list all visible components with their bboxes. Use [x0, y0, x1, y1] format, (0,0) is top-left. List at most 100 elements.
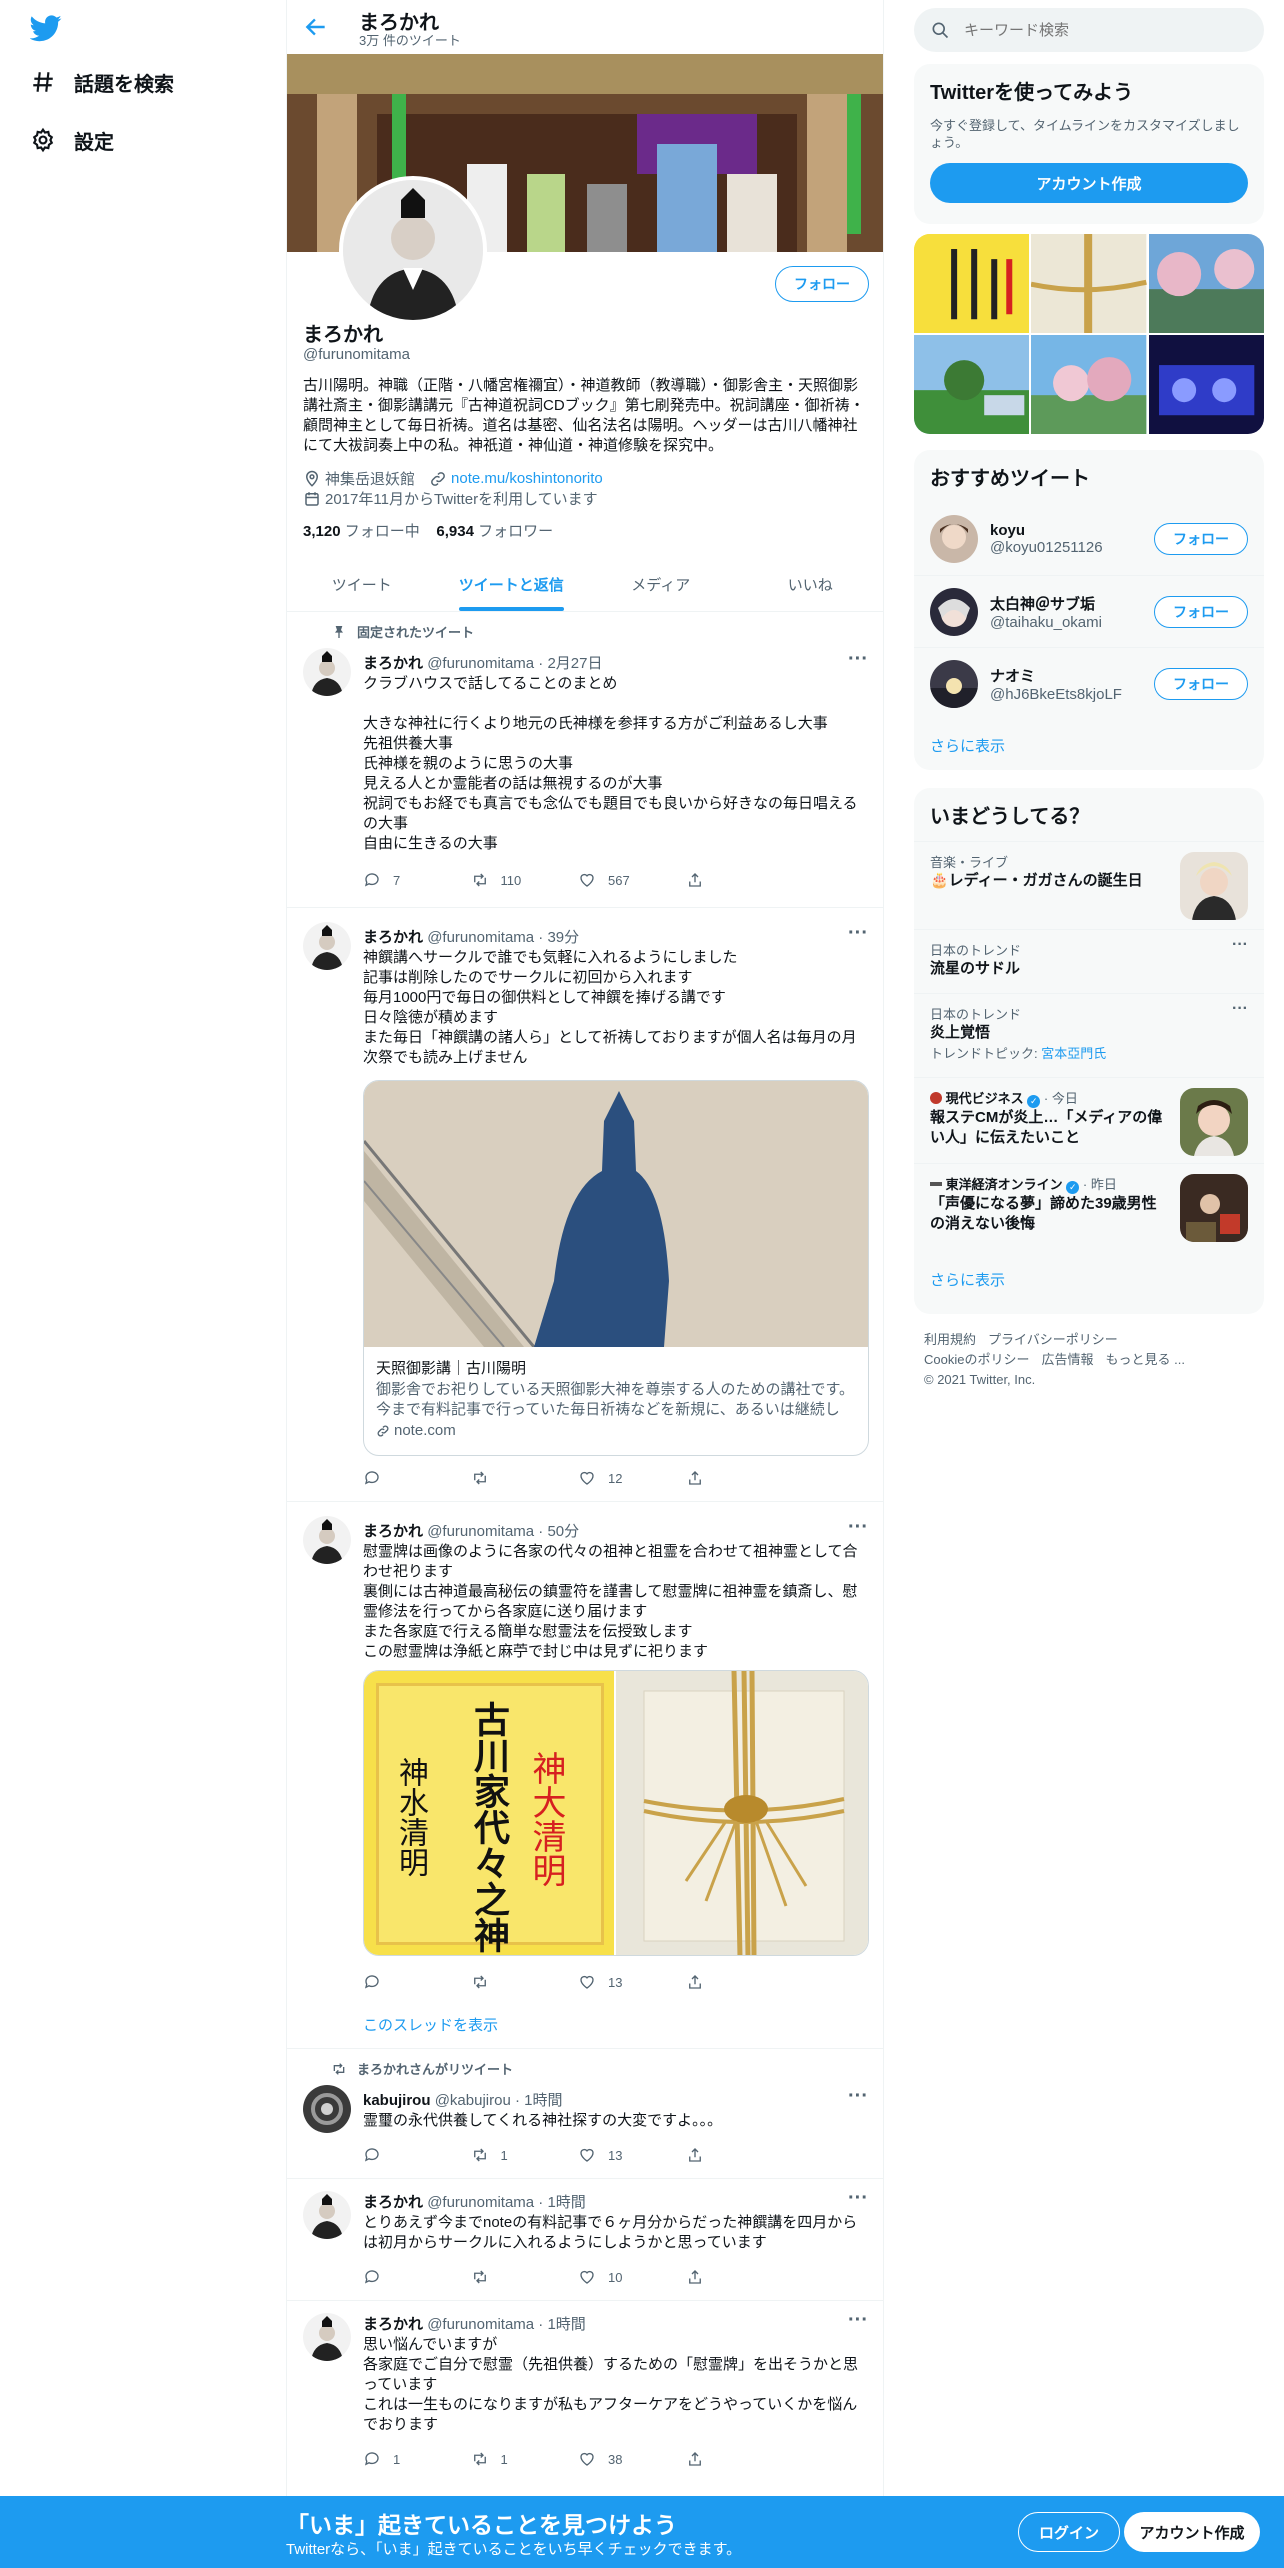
twitter-logo-icon[interactable]: [30, 12, 62, 44]
footer-ads[interactable]: 広告情報: [1041, 1352, 1093, 1367]
show-thread-link[interactable]: このスレッドを表示: [363, 2014, 498, 2035]
share-button[interactable]: [686, 2267, 794, 2287]
reply-button[interactable]: [363, 1468, 471, 1488]
search-input[interactable]: [964, 21, 1244, 39]
tweet-pinned[interactable]: 固定されたツイート まろかれ @furunomitama · 2月27日 ···…: [287, 612, 883, 908]
link-card[interactable]: 天照御影講｜古川陽明 御影舎でお祀りしている天照御影大神を尊崇する人のための講社…: [363, 1080, 869, 1456]
tweet-meta[interactable]: @furunomitama · 1時間: [427, 2316, 586, 2333]
followers-count[interactable]: 6,934: [436, 523, 474, 540]
recommend-user[interactable]: ナオミ @hJ6BkeEts8kjoLF フォロー: [914, 647, 1264, 719]
share-button[interactable]: [686, 2449, 794, 2469]
nav-settings[interactable]: 設定: [30, 120, 114, 160]
tweet-meta[interactable]: @kabujirou · 1時間: [435, 2092, 563, 2109]
tweet-author-name[interactable]: kabujirou: [363, 2092, 431, 2109]
tweet-avatar[interactable]: [303, 2085, 351, 2133]
retweet-button[interactable]: 1: [471, 2145, 579, 2165]
recommend-follow-button[interactable]: フォロー: [1154, 523, 1248, 555]
trend-more-icon[interactable]: ···: [1232, 936, 1248, 954]
trend-item[interactable]: 日本のトレンド 流星のサドル ···: [914, 929, 1264, 993]
tweet-meta[interactable]: @furunomitama · 39分: [427, 929, 579, 946]
tweet-more-icon[interactable]: ···: [847, 1517, 869, 1542]
tweet-meta[interactable]: @furunomitama · 2月27日: [427, 655, 602, 672]
reply-button[interactable]: 1: [363, 2449, 471, 2469]
followers-label[interactable]: フォロワー: [478, 523, 553, 540]
share-button[interactable]: [686, 870, 794, 890]
trend-item[interactable]: 現代ビジネス ✓ · 今日 報ステCMが炎上…「メディアの偉い人」に伝えたいこと: [914, 1077, 1264, 1163]
tab-tweets-and-replies[interactable]: ツイートと返信: [437, 558, 587, 611]
tab-likes[interactable]: いいね: [736, 558, 884, 611]
trend-item[interactable]: 日本のトレンド 炎上覚悟 トレンドトピック: 宮本亞門氏 ···: [914, 993, 1264, 1077]
tweet-avatar[interactable]: [303, 2313, 351, 2361]
trend-item[interactable]: 音楽・ライブ 🎂レディー・ガガさんの誕生日: [914, 841, 1264, 929]
following-count[interactable]: 3,120: [303, 523, 341, 540]
share-button[interactable]: [686, 1468, 794, 1488]
tweet-meta[interactable]: @furunomitama · 50分: [427, 1523, 579, 1540]
nav-explore[interactable]: 話題を検索: [30, 62, 174, 102]
trend-image[interactable]: [1180, 1088, 1248, 1156]
trend-image[interactable]: [1180, 1174, 1248, 1242]
profile-link[interactable]: note.mu/koshintonorito: [451, 470, 603, 487]
tweet-author-name[interactable]: まろかれ: [363, 655, 423, 672]
recommend-follow-button[interactable]: フォロー: [1154, 667, 1248, 700]
tab-media[interactable]: メディア: [586, 558, 736, 611]
tweet-author-name[interactable]: まろかれ: [363, 929, 423, 946]
trend-item[interactable]: 東洋経済オンライン ✓ · 昨日 「声優になる夢」諦めた39歳男性の消えない後悔: [914, 1163, 1264, 1253]
like-button[interactable]: 38: [578, 2449, 686, 2469]
media-thumb[interactable]: [1031, 335, 1147, 434]
tweet[interactable]: まろかれ @furunomitama · 50分 ··· 慰霊牌は画像のように各…: [287, 1502, 883, 2048]
tweet-retweeted[interactable]: まろかれさんがリツイート kabujirou @kabujirou · 1時間 …: [287, 2049, 883, 2179]
recommend-avatar[interactable]: [930, 587, 978, 636]
like-button[interactable]: 13: [578, 1972, 686, 1992]
trend-image[interactable]: [1180, 852, 1248, 920]
tweet-author-name[interactable]: まろかれ: [363, 2316, 423, 2333]
follow-button[interactable]: フォロー: [775, 266, 869, 302]
reply-button[interactable]: [363, 2145, 471, 2165]
tweet-avatar[interactable]: [303, 2191, 351, 2239]
search-box[interactable]: [914, 8, 1264, 52]
recommend-user[interactable]: koyu @koyu01251126 フォロー: [914, 503, 1264, 575]
tweet-photo-2[interactable]: [616, 1671, 868, 1955]
tweet[interactable]: まろかれ @furunomitama · 39分 ··· 神饌講へサークルで誰で…: [287, 908, 883, 1502]
tweet-avatar[interactable]: [303, 1516, 351, 1564]
reply-button[interactable]: [363, 2267, 471, 2287]
create-account-button[interactable]: アカウント作成: [930, 163, 1248, 203]
media-thumb[interactable]: [1031, 234, 1147, 334]
media-thumb[interactable]: [914, 335, 1030, 434]
recommend-user[interactable]: 太白神＠サブ垢 @taihaku_okami フォロー: [914, 575, 1264, 647]
tab-tweets[interactable]: ツイート: [287, 558, 437, 611]
share-button[interactable]: [686, 1972, 794, 1992]
like-button[interactable]: 10: [578, 2267, 686, 2287]
tweet-avatar[interactable]: [303, 922, 351, 970]
signup-button[interactable]: アカウント作成: [1124, 2512, 1260, 2552]
profile-avatar[interactable]: [339, 176, 487, 324]
recommend-avatar[interactable]: [930, 515, 978, 563]
footer-privacy[interactable]: プライバシーポリシー: [988, 1332, 1118, 1347]
retweet-button[interactable]: 110: [471, 870, 579, 890]
like-button[interactable]: 12: [578, 1468, 686, 1488]
tweet-media[interactable]: 神水清明 古川家代々之神 神大清明: [363, 1670, 869, 1956]
like-button[interactable]: 13: [578, 2145, 686, 2165]
login-button[interactable]: ログイン: [1018, 2512, 1120, 2552]
media-thumb[interactable]: [914, 234, 1030, 334]
tweet-photo-1[interactable]: 神水清明 古川家代々之神 神大清明: [364, 1671, 614, 1955]
retweet-button[interactable]: [471, 2267, 579, 2287]
share-button[interactable]: [686, 2145, 794, 2165]
tweet-author-name[interactable]: まろかれ: [363, 2194, 423, 2211]
tweet[interactable]: まろかれ @furunomitama · 1時間 ··· 思い悩んでいますが 各…: [287, 2301, 883, 2496]
tweet-meta[interactable]: @furunomitama · 1時間: [427, 2194, 586, 2211]
trends-show-more[interactable]: さらに表示: [914, 1253, 1264, 1306]
following-label[interactable]: フォロー中: [345, 523, 420, 540]
trend-more-icon[interactable]: ···: [1232, 1000, 1248, 1018]
tweet-more-icon[interactable]: ···: [847, 2310, 869, 2335]
like-button[interactable]: 567: [578, 870, 686, 890]
media-thumb[interactable]: [1148, 234, 1264, 334]
recommend-show-more[interactable]: さらに表示: [914, 719, 1264, 770]
retweet-button[interactable]: [471, 1972, 579, 1992]
tweet-more-icon[interactable]: ···: [847, 649, 869, 674]
tweet-author-name[interactable]: まろかれ: [363, 1523, 423, 1540]
footer-terms[interactable]: 利用規約: [924, 1332, 976, 1347]
tweet[interactable]: まろかれ @furunomitama · 1時間 ··· とりあえず今までnot…: [287, 2179, 883, 2301]
retweet-button[interactable]: 1: [471, 2449, 579, 2469]
tweet-more-icon[interactable]: ···: [847, 2086, 869, 2111]
recommend-avatar[interactable]: [930, 659, 978, 708]
